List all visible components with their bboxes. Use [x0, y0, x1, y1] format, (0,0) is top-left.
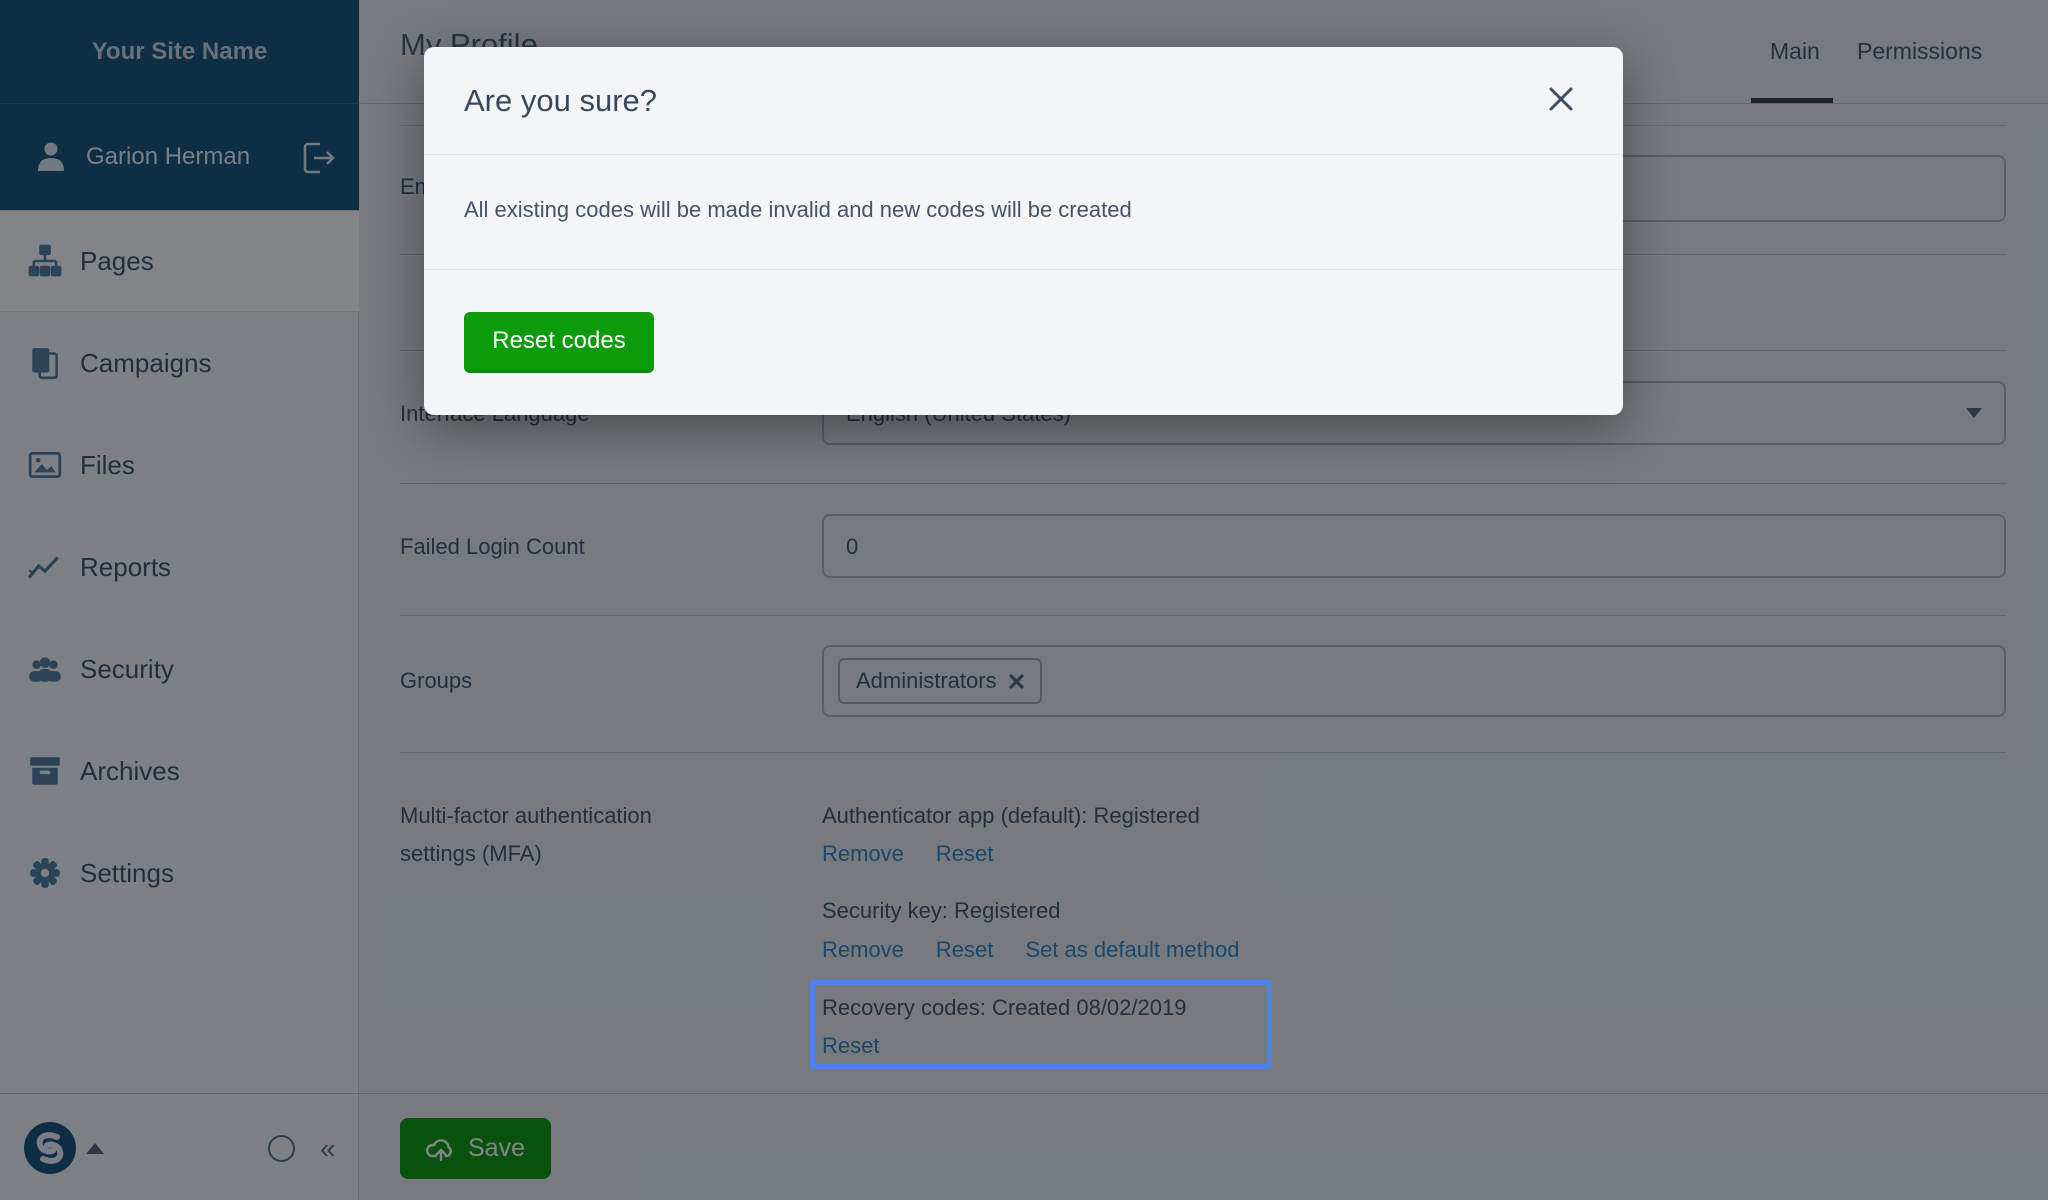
reset-codes-button[interactable]: Reset codes [464, 312, 654, 373]
close-icon [1547, 85, 1575, 113]
close-dialog-button[interactable] [1546, 85, 1576, 115]
confirm-dialog: Are you sure? All existing codes will be… [424, 47, 1623, 415]
app-window: Your Site Name Garion Herman Pages [0, 0, 2048, 1200]
dialog-title: Are you sure? [464, 83, 657, 119]
dialog-header-divider [424, 154, 1623, 155]
dialog-footer-divider [424, 269, 1623, 270]
dialog-message: All existing codes will be made invalid … [464, 197, 1132, 223]
